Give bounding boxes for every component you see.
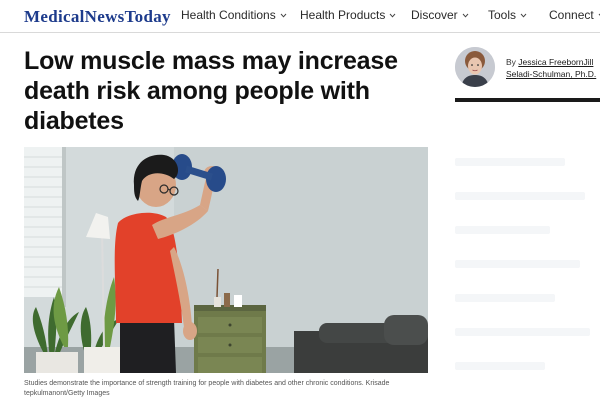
placeholder-line	[455, 362, 545, 370]
placeholder-line	[455, 158, 565, 166]
article-headline: Low muscle mass may increase death risk …	[24, 47, 398, 135]
nav-label: Connect	[549, 8, 594, 22]
nav-label: Health Conditions	[181, 8, 276, 22]
byline: By Jessica FreebornJill Seladi-Schulman,…	[506, 56, 600, 80]
author-avatar[interactable]	[455, 47, 495, 87]
nav-health-products[interactable]: Health Products	[300, 8, 396, 22]
nav-connect[interactable]: Connect	[549, 8, 600, 22]
chevron-down-icon	[389, 12, 396, 19]
author-divider	[455, 98, 600, 102]
nav-label: Discover	[411, 8, 458, 22]
nav-label: Health Products	[300, 8, 386, 22]
sidebar-placeholder	[455, 140, 600, 390]
nav-health-conditions[interactable]: Health Conditions	[181, 8, 287, 22]
logo-text-news: News	[84, 7, 125, 26]
nav-label: Tools	[488, 8, 517, 22]
top-navigation: MedicalNewsToday Health Conditions Healt…	[0, 0, 600, 33]
placeholder-line	[455, 192, 585, 200]
placeholder-line	[455, 226, 550, 234]
image-caption: Studies demonstrate the importance of st…	[24, 380, 390, 397]
author-link-jessica-freeborn[interactable]: Jessica Freeborn	[518, 57, 583, 67]
nav-tools[interactable]: Tools	[488, 8, 527, 22]
chevron-down-icon	[520, 12, 527, 19]
placeholder-line	[455, 328, 590, 336]
chevron-down-icon	[462, 12, 469, 19]
chevron-down-icon	[280, 12, 287, 19]
hero-illustration	[24, 147, 428, 373]
nav-discover[interactable]: Discover	[411, 8, 469, 22]
logo-text-today: Today	[124, 7, 171, 26]
hero-image	[24, 147, 428, 373]
byline-prefix: By	[506, 57, 519, 67]
site-logo[interactable]: MedicalNewsToday	[24, 7, 171, 27]
placeholder-line	[455, 260, 580, 268]
logo-text-medical: Medical	[24, 7, 85, 26]
placeholder-line	[455, 294, 555, 302]
